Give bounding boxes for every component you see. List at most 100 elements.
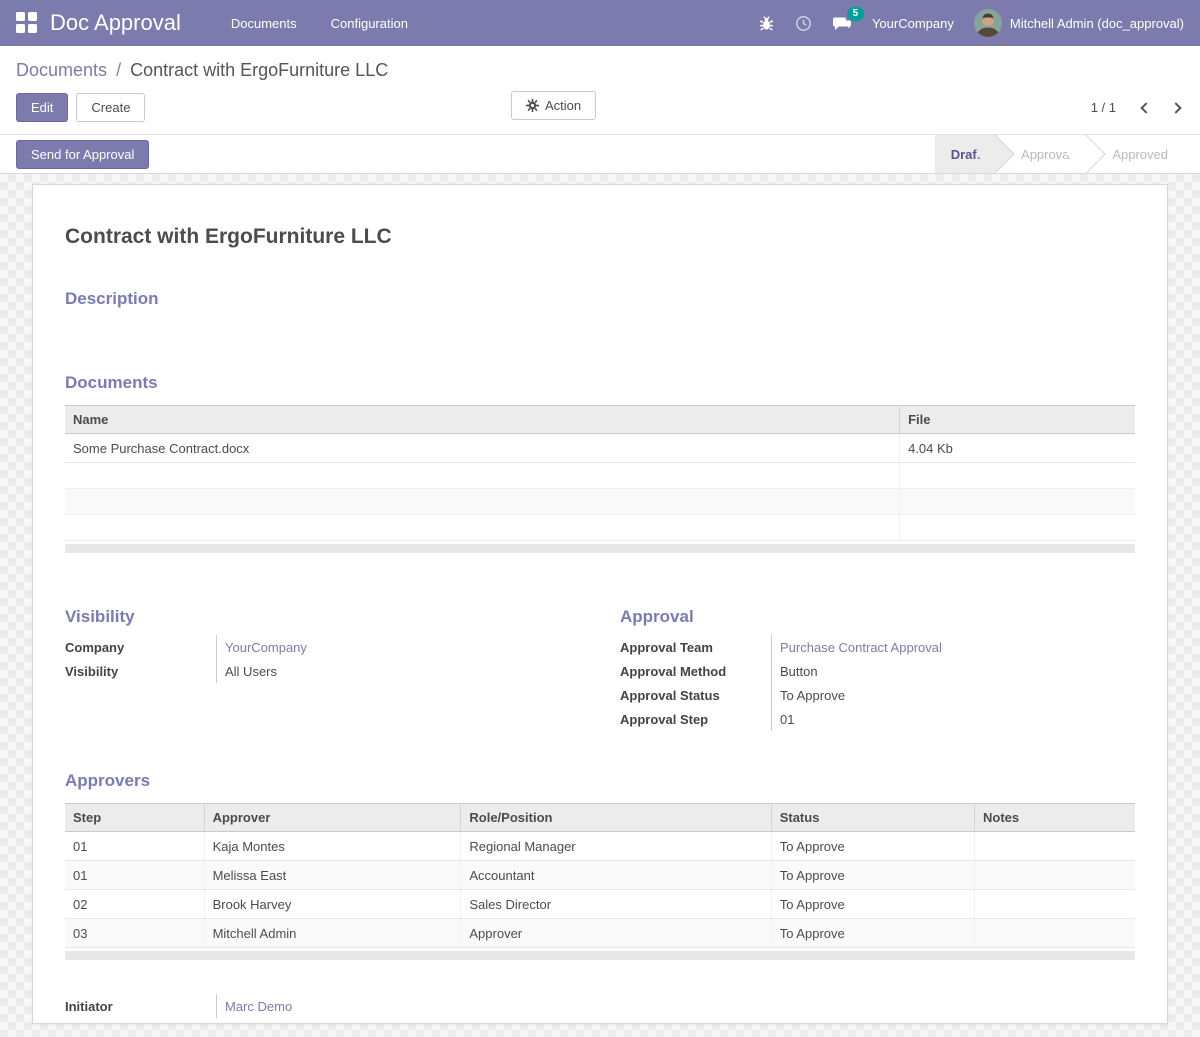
messages-count-badge: 5 (847, 7, 864, 21)
cell-approver[interactable]: Kaja Montes (204, 832, 461, 861)
cell-approver[interactable]: Mitchell Admin (204, 919, 461, 948)
cell-notes[interactable] (974, 832, 1135, 861)
cell-status[interactable]: To Approve (771, 832, 974, 861)
record-title: Contract with ErgoFurniture LLC (65, 225, 1135, 249)
document-row[interactable]: Some Purchase Contract.docx 4.04 Kb (65, 434, 1135, 463)
pager-value[interactable]: 1 / 1 (1091, 100, 1116, 115)
field-approval-team: Approval Team Purchase Contract Approval (620, 635, 1135, 659)
visibility-value: All Users (225, 664, 277, 679)
action-button-label: Action (545, 98, 581, 113)
create-button[interactable]: Create (76, 93, 145, 122)
cell-step[interactable]: 03 (65, 919, 204, 948)
cell-approver[interactable]: Brook Harvey (204, 890, 461, 919)
approval-method-value: Button (780, 664, 818, 679)
field-label: Approval Step (620, 712, 771, 727)
approver-row[interactable]: 01 Kaja Montes Regional Manager To Appro… (65, 832, 1135, 861)
documents-col-name[interactable]: Name (65, 406, 900, 434)
cell-notes[interactable] (974, 919, 1135, 948)
approvers-col-step[interactable]: Step (65, 804, 204, 832)
cell-notes[interactable] (974, 890, 1135, 919)
approval-step-value: 01 (780, 712, 794, 727)
approvers-heading: Approvers (65, 771, 1135, 791)
field-label: Approval Method (620, 664, 771, 679)
clock-activities-icon[interactable] (795, 15, 812, 32)
messages-icon[interactable]: 5 (832, 15, 852, 32)
user-avatar (974, 9, 1002, 37)
cell-approver[interactable]: Melissa East (204, 861, 461, 890)
send-for-approval-button[interactable]: Send for Approval (16, 140, 149, 169)
field-label: Approval Status (620, 688, 771, 703)
visibility-heading: Visibility (65, 607, 580, 627)
cell-step[interactable]: 01 (65, 832, 204, 861)
field-visibility: Visibility All Users (65, 659, 580, 683)
edit-button[interactable]: Edit (16, 93, 68, 122)
breadcrumb-current: Contract with ErgoFurniture LLC (130, 60, 388, 80)
cell-status[interactable]: To Approve (771, 919, 974, 948)
document-name-cell[interactable]: Some Purchase Contract.docx (65, 434, 900, 463)
status-step-draft[interactable]: Draft (935, 135, 995, 173)
cell-step[interactable]: 02 (65, 890, 204, 919)
user-name: Mitchell Admin (doc_approval) (1010, 16, 1184, 31)
menu-configuration[interactable]: Configuration (329, 12, 410, 35)
bug-icon[interactable] (758, 15, 775, 32)
cell-notes[interactable] (974, 861, 1135, 890)
field-company: Company YourCompany (65, 635, 580, 659)
app-title[interactable]: Doc Approval (50, 10, 181, 36)
form-sheet: Contract with ErgoFurniture LLC Descript… (32, 184, 1168, 1024)
company-switcher[interactable]: YourCompany (872, 16, 954, 31)
cell-role[interactable]: Regional Manager (461, 832, 771, 861)
approvers-table: Step Approver Role/Position Status Notes… (65, 803, 1135, 948)
approvers-col-approver[interactable]: Approver (204, 804, 461, 832)
approver-row[interactable]: 03 Mitchell Admin Approver To Approve (65, 919, 1135, 948)
field-approval-method: Approval Method Button (620, 659, 1135, 683)
apps-grid-icon[interactable] (16, 12, 38, 34)
main-menu: Documents Configuration (229, 12, 410, 35)
breadcrumb-separator: / (116, 60, 121, 80)
content-background: Contract with ErgoFurniture LLC Descript… (0, 174, 1200, 1037)
company-link[interactable]: YourCompany (225, 640, 307, 655)
approval-team-link[interactable]: Purchase Contract Approval (780, 640, 942, 655)
horizontal-scrollbar[interactable] (65, 951, 1135, 960)
empty-row (65, 489, 1135, 515)
documents-heading: Documents (65, 373, 1135, 393)
approvers-col-role[interactable]: Role/Position (461, 804, 771, 832)
field-label: Company (65, 640, 216, 655)
approver-row[interactable]: 01 Melissa East Accountant To Approve (65, 861, 1135, 890)
field-approval-status: Approval Status To Approve (620, 683, 1135, 707)
menu-documents[interactable]: Documents (229, 12, 299, 35)
field-approval-step: Approval Step 01 (620, 707, 1135, 731)
cell-step[interactable]: 01 (65, 861, 204, 890)
initiator-link[interactable]: Marc Demo (225, 999, 292, 1014)
field-label: Initiator (65, 999, 216, 1014)
documents-col-file[interactable]: File (900, 406, 1135, 434)
horizontal-scrollbar[interactable] (65, 544, 1135, 553)
field-initiator: Initiator Marc Demo (65, 994, 1135, 1018)
status-steps: Draft Approval Approved (935, 135, 1184, 173)
pager: 1 / 1 (1091, 100, 1184, 116)
document-file-cell[interactable]: 4.04 Kb (900, 434, 1135, 463)
user-menu[interactable]: Mitchell Admin (doc_approval) (974, 9, 1184, 37)
action-button[interactable]: Action (511, 91, 596, 120)
control-panel-buttons: Edit Create Action 1 / 1 (0, 87, 1200, 134)
cell-role[interactable]: Accountant (461, 861, 771, 890)
approver-row[interactable]: 02 Brook Harvey Sales Director To Approv… (65, 890, 1135, 919)
field-label: Visibility (65, 664, 216, 679)
pager-previous-icon[interactable] (1138, 100, 1154, 116)
visibility-group: Visibility Company YourCompany Visibilit… (65, 607, 580, 731)
breadcrumb: Documents / Contract with ErgoFurniture … (0, 46, 1200, 87)
approval-status-value: To Approve (780, 688, 845, 703)
pager-next-icon[interactable] (1168, 100, 1184, 116)
empty-row (65, 515, 1135, 541)
empty-row (65, 463, 1135, 489)
approval-group: Approval Approval Team Purchase Contract… (620, 607, 1135, 731)
approvers-col-notes[interactable]: Notes (974, 804, 1135, 832)
gear-icon (526, 99, 539, 112)
cell-status[interactable]: To Approve (771, 861, 974, 890)
field-label: Approval Team (620, 640, 771, 655)
breadcrumb-documents[interactable]: Documents (16, 60, 107, 80)
cell-role[interactable]: Approver (461, 919, 771, 948)
description-heading: Description (65, 289, 1135, 309)
cell-status[interactable]: To Approve (771, 890, 974, 919)
cell-role[interactable]: Sales Director (461, 890, 771, 919)
approvers-col-status[interactable]: Status (771, 804, 974, 832)
